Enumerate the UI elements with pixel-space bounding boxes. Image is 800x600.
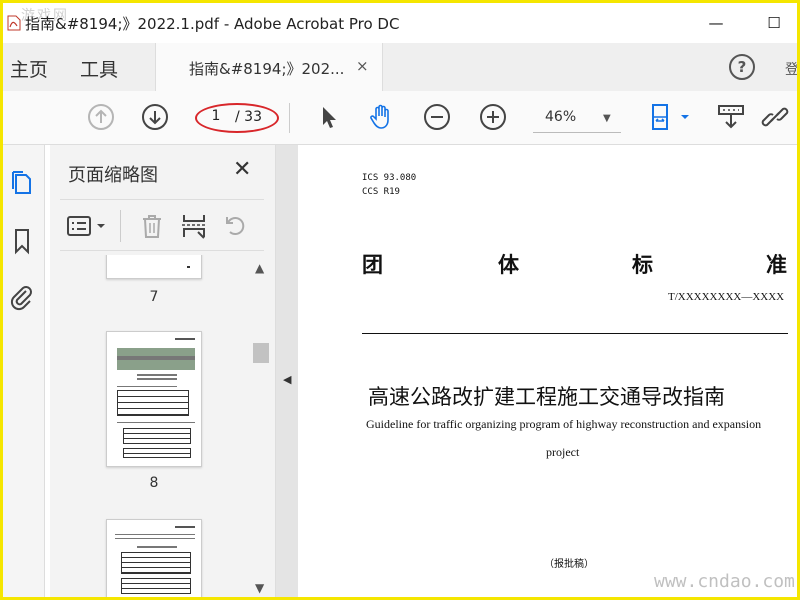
document-page: ICS 93.080 CCS R19 团 体 标 准 T/XXXXXXXX—XX… xyxy=(298,145,797,597)
zoom-value: 46% xyxy=(545,109,577,125)
document-title-en: Guideline for traffic organizing program… xyxy=(366,417,762,431)
ccs-code: CCS R19 xyxy=(362,187,400,197)
draft-note: （报批稿） xyxy=(544,559,594,570)
standard-heading-char: 体 xyxy=(498,253,519,277)
rotate-icon[interactable] xyxy=(222,212,250,240)
standard-heading-char: 标 xyxy=(632,253,653,277)
scroll-down-icon[interactable]: ▼ xyxy=(255,581,264,595)
zoom-dropdown[interactable]: 46% ▼ xyxy=(533,105,621,133)
trash-icon[interactable] xyxy=(138,212,166,240)
page-number-input[interactable]: 1 xyxy=(205,108,227,128)
toolbar: 1 / 33 46% ▼ xyxy=(3,91,797,145)
sign-in-partial[interactable]: 登 xyxy=(785,59,797,79)
menu-home[interactable]: 主页 xyxy=(10,55,48,82)
thumbnail-scrollbar[interactable]: ▲ ▼ xyxy=(253,261,269,597)
thumbnail-page-7[interactable] xyxy=(106,255,202,279)
horizontal-rule xyxy=(362,333,788,334)
next-page-icon[interactable] xyxy=(141,103,169,131)
window-title: 指南&#8194;》2022.1.pdf - Adobe Acrobat Pro… xyxy=(25,15,400,33)
toolbar-divider xyxy=(289,103,290,133)
select-cursor-icon[interactable] xyxy=(315,103,343,131)
document-tab[interactable]: 指南&#8194;》202... × xyxy=(155,43,383,91)
thumbnail-label: 8 xyxy=(149,475,159,491)
panel-title: 页面缩略图 xyxy=(68,165,158,186)
chevron-down-icon: ▼ xyxy=(603,113,611,124)
hand-tool-icon[interactable] xyxy=(367,103,395,131)
thumbnail-list: 7 8 xyxy=(60,255,252,597)
watermark-bottom-right: www.cndao.com xyxy=(654,571,795,592)
document-tab-close-icon[interactable]: × xyxy=(356,57,369,75)
scrollbar-thumb[interactable] xyxy=(253,343,269,363)
panel-close-icon[interactable]: ✕ xyxy=(233,157,251,182)
thumbnails-panel: 页面缩略图 ✕ 7 8 ▲ ▼ xyxy=(50,145,276,597)
thumbnail-page-9[interactable] xyxy=(106,519,202,597)
tab-row: 主页 工具 指南&#8194;》202... × ? 登 xyxy=(3,43,797,91)
share-link-icon[interactable] xyxy=(761,103,789,131)
fit-page-width-icon[interactable] xyxy=(649,103,693,131)
acrobat-pdf-icon xyxy=(7,15,21,31)
document-tab-label: 指南&#8194;》202... xyxy=(189,60,345,78)
thumbnail-page-8[interactable] xyxy=(106,331,202,467)
page-navigator: 1 / 33 xyxy=(195,103,279,133)
title-bar: 游戏网 指南&#8194;》2022.1.pdf - Adobe Acrobat… xyxy=(3,3,797,43)
app-window: 游戏网 指南&#8194;》2022.1.pdf - Adobe Acrobat… xyxy=(3,3,797,597)
ics-code: ICS 93.080 xyxy=(362,173,417,183)
thumbnail-label: 7 xyxy=(149,289,159,305)
collapse-panel-icon[interactable]: ◀ xyxy=(283,373,291,386)
document-title-en-cont: project xyxy=(546,445,580,459)
standard-number: T/XXXXXXXX—XXXX xyxy=(668,291,785,303)
help-button[interactable]: ? xyxy=(729,54,755,80)
panel-splitter[interactable]: ◀ xyxy=(276,145,298,597)
tools-divider xyxy=(120,210,121,242)
bookmark-icon[interactable] xyxy=(8,227,36,255)
previous-page-icon[interactable] xyxy=(87,103,115,131)
options-menu-icon[interactable] xyxy=(66,212,112,240)
zoom-in-icon[interactable] xyxy=(479,103,507,131)
standard-heading-char: 团 xyxy=(362,253,383,277)
attachment-icon[interactable] xyxy=(8,283,36,311)
document-title-cn: 高速公路改扩建工程施工交通导改指南 xyxy=(368,385,725,409)
thumbnail-toolbar xyxy=(60,199,264,251)
page-thumbnails-icon[interactable] xyxy=(8,169,36,197)
standard-heading-char: 准 xyxy=(766,253,787,277)
scroll-mode-icon[interactable] xyxy=(717,103,745,131)
menu-tools[interactable]: 工具 xyxy=(80,55,118,82)
zoom-out-icon[interactable] xyxy=(423,103,451,131)
insert-page-icon[interactable] xyxy=(180,212,208,240)
navigation-rail xyxy=(3,145,45,597)
scroll-up-icon[interactable]: ▲ xyxy=(255,261,264,275)
page-total: / 33 xyxy=(235,109,262,125)
maximize-button[interactable]: ☐ xyxy=(759,11,789,35)
minimize-button[interactable]: — xyxy=(701,11,731,35)
